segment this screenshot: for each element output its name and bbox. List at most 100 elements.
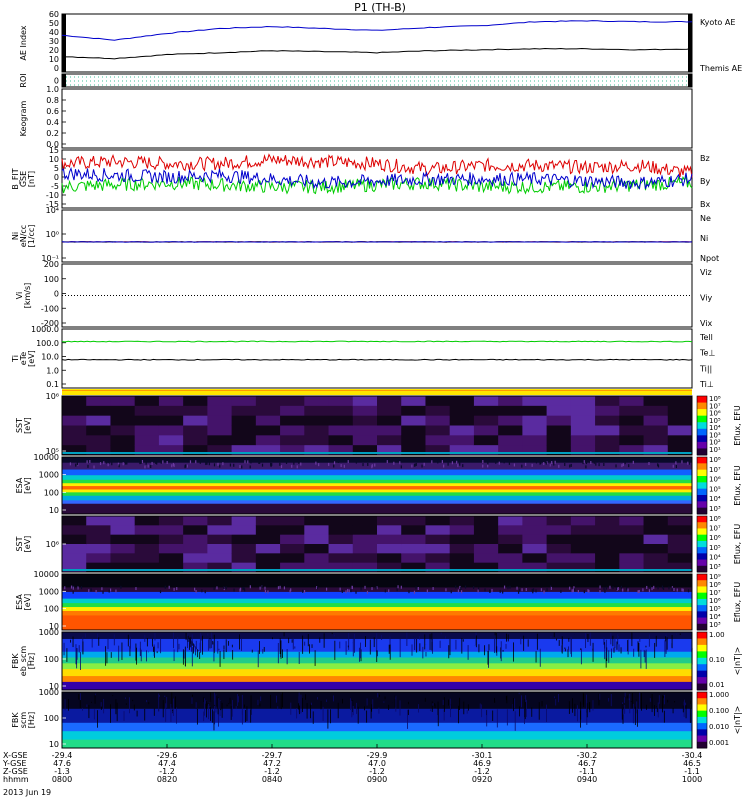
heat-stripe [288, 637, 290, 644]
colorbar-tick-label: 10⁷ [709, 525, 721, 533]
y-tick-label: 0.2 [46, 129, 59, 138]
panel-7: 10⁶10⁵SST [eV]10⁸10⁷10⁶10⁵10⁴10³10²10¹Efl… [15, 392, 742, 456]
heat-cell [183, 534, 208, 545]
heat-speckle [141, 459, 144, 463]
heat-stripe [553, 632, 555, 638]
y-axis-label: [eV] [23, 594, 32, 611]
heat-stripe [182, 649, 184, 665]
heat-stripe [207, 702, 209, 706]
heat-stripe [115, 699, 117, 715]
heat-stripe [334, 640, 336, 660]
legend-entry: Ti⊥ [699, 380, 714, 389]
heat-stripe [667, 699, 669, 703]
heat-stripe [213, 634, 215, 654]
heat-speckle [432, 587, 434, 591]
heat-speckle [111, 462, 113, 466]
colorbar-tick-label: 10⁴ [709, 553, 721, 561]
heat-cell [352, 435, 378, 446]
heat-stripe [525, 695, 527, 703]
heat-cell [401, 562, 426, 573]
heat-stripe [526, 699, 527, 717]
heat-cell [498, 415, 523, 426]
heat-speckle [296, 465, 298, 469]
heat-stripe [592, 648, 594, 651]
heat-cell [231, 435, 257, 446]
heat-speckle [582, 461, 584, 465]
heat-stripe [384, 696, 386, 700]
y-tick-label: 100 [44, 714, 59, 723]
heat-cell [546, 525, 572, 536]
heat-stripe [424, 634, 426, 650]
y-tick-label: 50 [49, 19, 59, 28]
heat-stripe [306, 703, 308, 719]
heat-speckle [620, 585, 623, 589]
heat-stripe [156, 651, 158, 654]
heat-stripe [304, 641, 306, 646]
edge-bar [62, 74, 66, 87]
heat-stripe [170, 703, 172, 722]
heat-speckle [622, 588, 624, 592]
heat-stripe [140, 649, 142, 662]
heat-stripe [431, 701, 433, 712]
x-tick-label: 0940 [577, 775, 597, 784]
heat-speckle [408, 590, 410, 594]
colorbar-segment [697, 580, 707, 587]
heat-cell [110, 525, 136, 536]
heat-stripe [153, 708, 155, 716]
y-tick-label: 100 [44, 275, 59, 284]
heatmap-cells [62, 692, 692, 749]
heat-stripe [76, 649, 78, 660]
heat-cell [595, 425, 620, 436]
colorbar-segment [697, 586, 707, 594]
y-axis-label: Keogram [19, 100, 28, 136]
heat-stripe [555, 699, 557, 706]
heat-cell [643, 396, 669, 407]
y-tick-label: 0.1 [46, 380, 59, 389]
heat-speckle [89, 460, 91, 464]
y-tick-label: 10 [49, 740, 59, 749]
series-line-Ti|| [61, 340, 693, 343]
heat-speckle [355, 590, 357, 594]
colorbar-segment [697, 463, 707, 471]
heat-cell [425, 435, 451, 446]
heat-stripe [394, 695, 396, 698]
heat-cell [255, 562, 281, 573]
heat-stripe [507, 634, 509, 642]
heat-stripe [422, 646, 424, 659]
heat-stripe [419, 643, 421, 652]
heat-speckle [247, 460, 249, 464]
heat-cell [425, 562, 451, 573]
heat-band [62, 681, 692, 691]
legend-entry: Vix [700, 319, 713, 328]
heat-stripe [449, 639, 451, 656]
heat-speckle [80, 586, 83, 590]
heat-cell [546, 396, 572, 407]
heat-cell [110, 516, 136, 526]
heat-stripe [589, 632, 591, 646]
heat-cell [183, 425, 208, 436]
heat-stripe [220, 700, 222, 711]
heat-band [62, 669, 692, 677]
plot-bg [62, 329, 692, 388]
heat-speckle [499, 589, 501, 593]
heat-cell [377, 425, 402, 436]
heat-cell [183, 544, 208, 554]
heat-cell [619, 553, 645, 564]
heat-cell [352, 516, 378, 526]
heat-cell [352, 396, 378, 407]
heat-cell [328, 435, 354, 446]
heat-speckle [101, 587, 103, 591]
heat-stripe [358, 647, 360, 662]
heat-cell [401, 425, 426, 436]
heat-stripe [587, 633, 589, 643]
heat-cell [304, 435, 330, 446]
heat-speckle [473, 586, 475, 590]
heat-speckle [302, 589, 304, 593]
heat-speckle [413, 590, 416, 594]
heat-speckle [303, 589, 306, 593]
heat-stripe [496, 709, 498, 728]
heat-cell [110, 562, 136, 573]
heat-cell [449, 544, 475, 554]
heat-cell [498, 534, 523, 545]
yellow-strip [62, 389, 692, 395]
